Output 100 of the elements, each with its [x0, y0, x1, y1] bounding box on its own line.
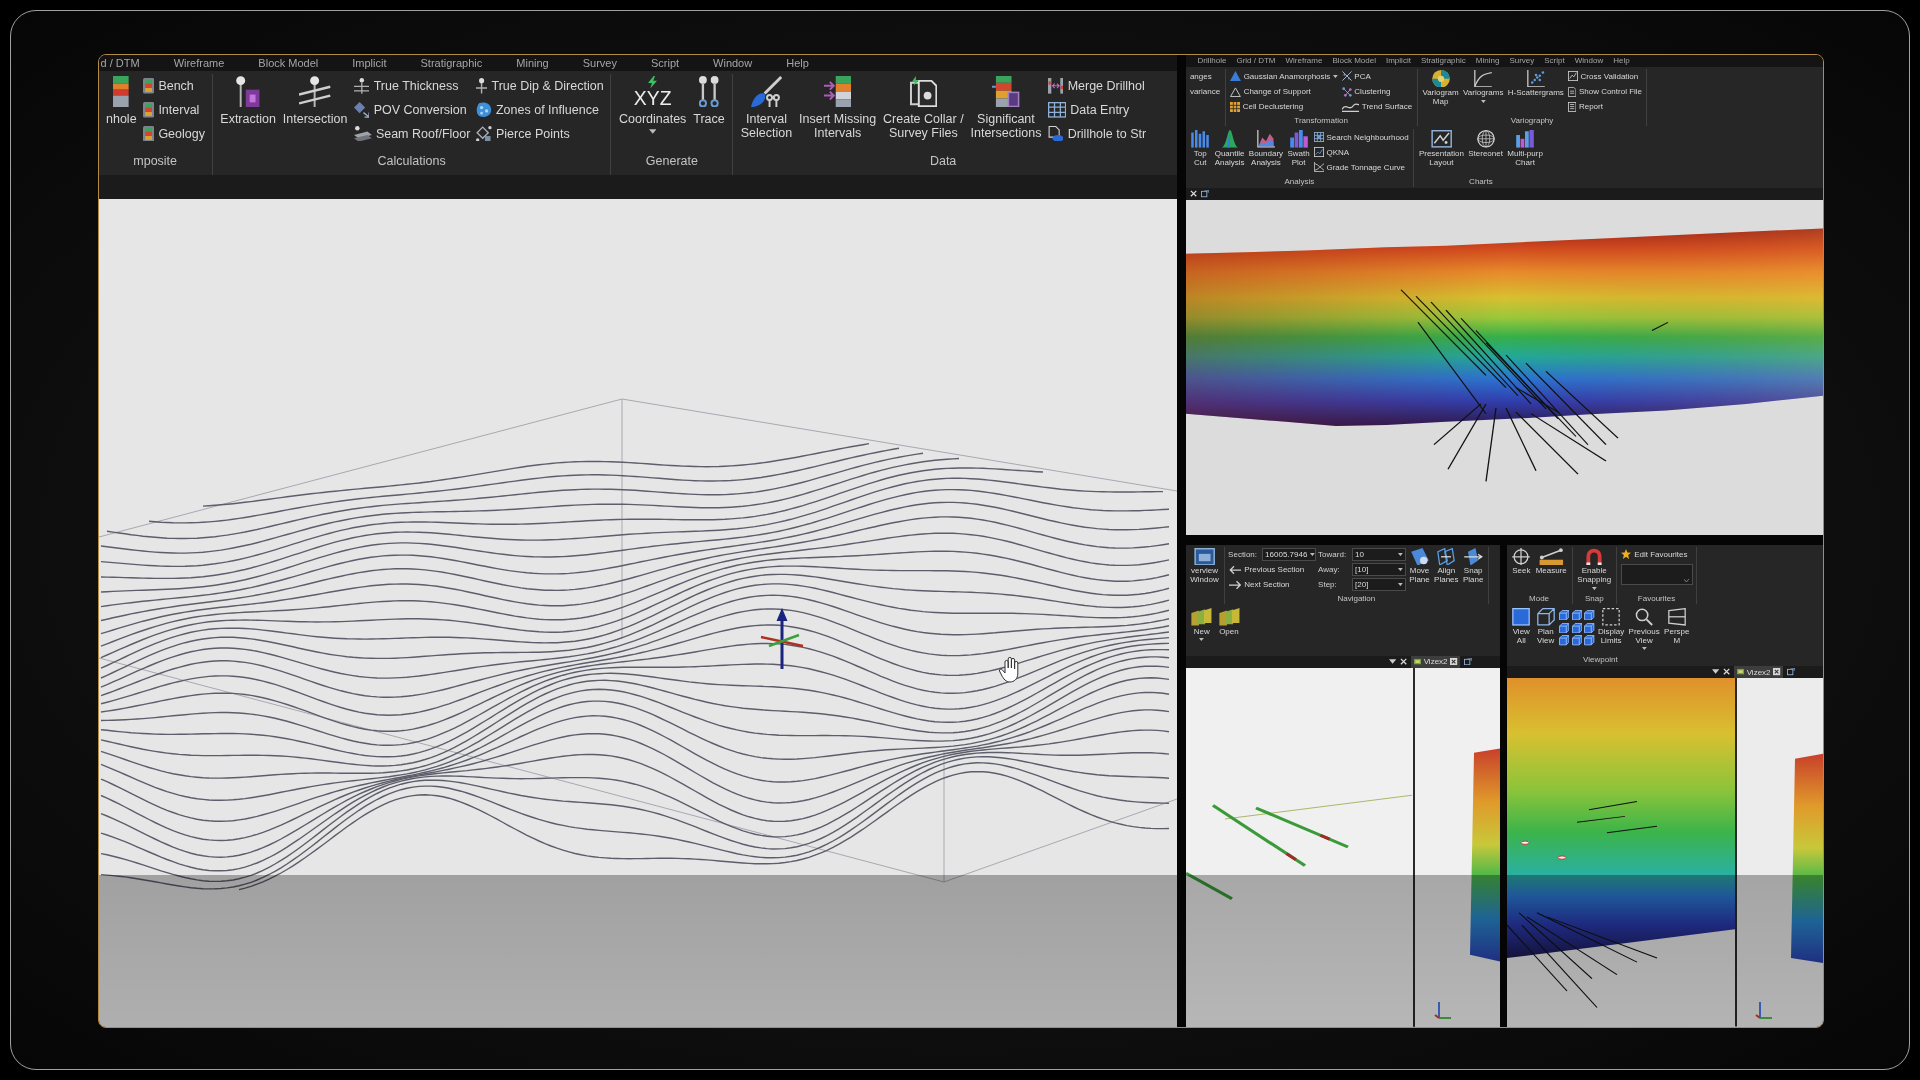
- ribbon-button[interactable]: Cross Validation: [1567, 68, 1643, 85]
- ribbon-button[interactable]: True Thickness: [352, 74, 472, 98]
- ribbon-button[interactable]: Open: [1216, 607, 1242, 637]
- menu-item[interactable]: Drillhole: [1197, 56, 1227, 65]
- ribbon-button[interactable]: Intersection: [280, 74, 350, 126]
- ribbon-button[interactable]: Create Collar / Survey Files: [881, 74, 966, 140]
- document-tab[interactable]: Vizex2: [1733, 666, 1784, 679]
- ribbon-button[interactable]: POV Conversion: [352, 98, 472, 122]
- ribbon-button[interactable]: Multi-purp Chart: [1506, 129, 1545, 168]
- input-field[interactable]: 10: [1351, 548, 1407, 561]
- menu-item[interactable]: Help: [786, 56, 809, 69]
- ribbon-button[interactable]: Top Cut: [1189, 129, 1212, 168]
- menu-item[interactable]: Block Model: [1332, 56, 1376, 65]
- menu-item[interactable]: Mining: [1475, 56, 1500, 65]
- menu-item[interactable]: Window: [1574, 56, 1604, 65]
- menu-item[interactable]: Help: [1613, 56, 1630, 65]
- cube-icon[interactable]: [1558, 635, 1570, 646]
- ribbon-button[interactable]: Insert Missing Intervals: [797, 74, 879, 140]
- axis-gizmo-icon[interactable]: [760, 607, 803, 669]
- ribbon-button[interactable]: Zones of Influence: [474, 98, 605, 122]
- ribbon-button[interactable]: verview Window: [1189, 546, 1220, 586]
- ribbon-button[interactable]: Previous Section: [1228, 562, 1317, 578]
- menu-item[interactable]: Survey: [582, 56, 617, 69]
- menu-item[interactable]: Grid / DTM: [1236, 56, 1276, 65]
- input-field[interactable]: [10]: [1351, 563, 1407, 577]
- ribbon-button[interactable]: PCA: [1340, 68, 1414, 85]
- ribbon-button[interactable]: Stereonet: [1467, 129, 1505, 159]
- cube-icon[interactable]: [1584, 609, 1595, 621]
- ribbon-button[interactable]: Significant Intersections: [968, 74, 1044, 140]
- menu-item[interactable]: d / DTM: [100, 56, 140, 69]
- ribbon-button[interactable]: New: [1189, 607, 1215, 642]
- ribbon-button[interactable]: Next Section: [1228, 577, 1317, 593]
- ribbon-button[interactable]: Variogram Map: [1421, 68, 1460, 108]
- ribbon-button[interactable]: Quantile Analysis: [1213, 129, 1246, 168]
- ribbon-button[interactable]: anges: [1189, 68, 1221, 85]
- cube-icon[interactable]: [1584, 635, 1595, 646]
- ribbon-button[interactable]: True Dip & Direction: [474, 74, 605, 98]
- ribbon-button[interactable]: Merge Drillhol: [1046, 74, 1148, 98]
- ribbon-button[interactable]: Gaussian Anamorphosis: [1229, 68, 1339, 85]
- ribbon-button[interactable]: nhole: [104, 74, 139, 126]
- ribbon-button[interactable]: Data Entry: [1046, 98, 1148, 122]
- ribbon-button[interactable]: Align Planes: [1432, 546, 1460, 586]
- ribbon-button[interactable]: Previous View: [1627, 607, 1661, 651]
- ribbon-button[interactable]: Report: [1567, 99, 1643, 115]
- ribbon-button[interactable]: Swath Plot: [1286, 129, 1311, 168]
- menu-item[interactable]: Wireframe: [173, 56, 225, 69]
- ribbon-button[interactable]: Geology: [141, 121, 207, 146]
- ribbon-button[interactable]: Presentation Layout: [1417, 129, 1466, 168]
- ribbon-button[interactable]: Edit Favourites: [1620, 546, 1693, 563]
- menu-item[interactable]: Block Model: [258, 56, 319, 69]
- ribbon-button[interactable]: Trace: [691, 74, 727, 126]
- ribbon-button[interactable]: Drillhole to Str: [1046, 121, 1148, 146]
- menu-item[interactable]: Stratigraphic: [420, 56, 483, 69]
- ribbon-button[interactable]: Enable Snapping: [1576, 546, 1613, 590]
- ribbon-button[interactable]: Interval: [141, 98, 207, 122]
- menu-item[interactable]: Script: [1544, 56, 1565, 65]
- close-icon[interactable]: [1450, 658, 1458, 666]
- ribbon-button[interactable]: Seam Roof/Floor: [352, 121, 472, 146]
- ribbon-button[interactable]: Variograms: [1461, 68, 1505, 103]
- ribbon-button[interactable]: Move Plane: [1408, 546, 1431, 586]
- ribbon-button[interactable]: Show Control File: [1567, 84, 1643, 100]
- cube-icon[interactable]: [1558, 622, 1570, 634]
- ribbon-button[interactable]: variance: [1189, 84, 1221, 100]
- menu-item[interactable]: Wireframe: [1285, 56, 1323, 65]
- ribbon-button[interactable]: Search Neighbourhood: [1312, 129, 1410, 145]
- close-icon[interactable]: [1773, 668, 1781, 676]
- cube-icon[interactable]: [1558, 609, 1570, 621]
- ribbon-button[interactable]: Perspe M: [1662, 607, 1691, 646]
- ribbon-button[interactable]: Boundary Analysis: [1247, 129, 1285, 168]
- ribbon-button[interactable]: Change of Support: [1229, 84, 1339, 100]
- ribbon-button[interactable]: Clustering: [1340, 84, 1414, 100]
- cube-icon[interactable]: [1584, 622, 1595, 634]
- new-window-icon[interactable]: [1464, 658, 1472, 666]
- ribbon-button[interactable]: Seek: [1510, 546, 1533, 577]
- ribbon-button[interactable]: QKNA: [1312, 144, 1410, 160]
- ribbon-button[interactable]: Interval Selection: [738, 74, 795, 140]
- ribbon-button[interactable]: Plan View: [1534, 607, 1557, 646]
- ribbon-button[interactable]: Display Limits: [1596, 607, 1626, 646]
- ribbon-button[interactable]: XYZ Coordinates: [617, 74, 689, 134]
- menu-item[interactable]: Survey: [1509, 56, 1535, 65]
- ribbon-button[interactable]: View All: [1510, 607, 1533, 646]
- cube-icon[interactable]: [1571, 609, 1582, 621]
- menu-item[interactable]: Mining: [516, 56, 549, 69]
- menu-item[interactable]: Stratigraphic: [1420, 56, 1466, 65]
- new-window-icon[interactable]: [1201, 190, 1209, 198]
- ribbon-button[interactable]: Bench: [141, 74, 207, 98]
- ribbon-button[interactable]: Measure: [1534, 546, 1568, 577]
- ribbon-button[interactable]: Cell Declustering: [1229, 99, 1339, 115]
- menu-item[interactable]: Window: [713, 56, 753, 69]
- dropdown-field[interactable]: [1620, 564, 1693, 586]
- ribbon-button[interactable]: H-Scattergrams: [1506, 68, 1565, 99]
- menu-item[interactable]: Implicit: [352, 56, 387, 69]
- cube-icon[interactable]: [1571, 622, 1582, 634]
- menu-item[interactable]: Script: [650, 56, 680, 69]
- ribbon-button[interactable]: Snap Plane: [1461, 546, 1485, 586]
- new-window-icon[interactable]: [1787, 668, 1795, 676]
- input-field[interactable]: [20]: [1351, 578, 1407, 592]
- ribbon-button[interactable]: Pierce Points: [474, 121, 605, 146]
- ribbon-button[interactable]: Grade Tonnage Curve: [1312, 159, 1410, 176]
- input-field[interactable]: 16005.7946: [1261, 548, 1317, 561]
